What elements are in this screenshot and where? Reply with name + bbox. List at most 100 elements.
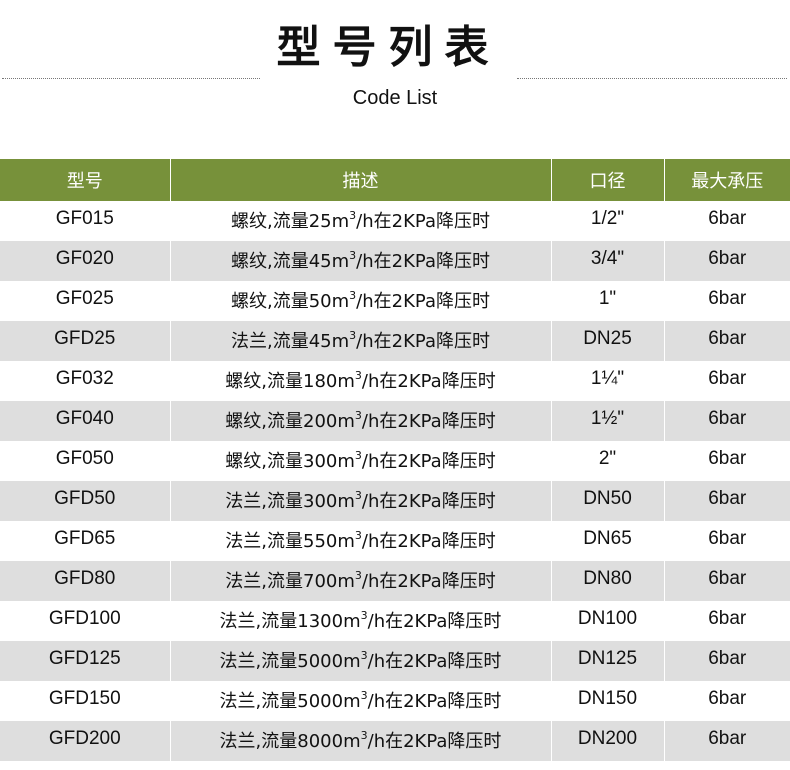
code-list-table-wrap: 型号 描述 口径 最大承压 GF015 螺纹,流量25m3/h在2KPa降压时 … <box>0 159 790 761</box>
column-header-model: 型号 <box>0 159 171 201</box>
cell-description: 法兰,流量550m3/h在2KPa降压时 <box>170 521 552 561</box>
description-suffix: /h在2KPa降压时 <box>361 491 496 512</box>
cell-max-pressure: 6bar <box>664 441 790 481</box>
description-superscript: 3 <box>354 569 362 582</box>
table-row: GF020 螺纹,流量45m3/h在2KPa降压时 3/4" 6bar <box>0 241 790 281</box>
cell-size: DN150 <box>551 681 665 721</box>
cell-description: 法兰,流量5000m3/h在2KPa降压时 <box>170 681 552 721</box>
cell-max-pressure: 6bar <box>664 481 790 521</box>
table-row: GF032 螺纹,流量180m3/h在2KPa降压时 1¼" 6bar <box>0 361 790 401</box>
cell-max-pressure: 6bar <box>664 401 790 441</box>
cell-description: 法兰,流量5000m3/h在2KPa降压时 <box>170 641 552 681</box>
description-superscript: 3 <box>354 369 362 382</box>
cell-size: DN100 <box>551 601 665 641</box>
description-suffix: /h在2KPa降压时 <box>361 451 496 472</box>
page-subtitle: Code List <box>352 87 438 109</box>
cell-max-pressure: 6bar <box>664 561 790 601</box>
description-superscript: 3 <box>360 649 368 662</box>
cell-max-pressure: 6bar <box>664 201 790 241</box>
cell-model: GF015 <box>0 201 171 241</box>
table-row: GFD200 法兰,流量8000m3/h在2KPa降压时 DN200 6bar <box>0 721 790 761</box>
cell-max-pressure: 6bar <box>664 601 790 641</box>
description-text: 螺纹,流量50m <box>231 291 350 312</box>
description-superscript: 3 <box>360 689 368 702</box>
cell-model: GFD150 <box>0 681 171 721</box>
description-superscript: 3 <box>360 729 368 742</box>
description-superscript: 3 <box>354 529 362 542</box>
description-suffix: /h在2KPa降压时 <box>361 531 496 552</box>
description-text: 螺纹,流量25m <box>231 211 350 232</box>
cell-model: GFD25 <box>0 321 171 361</box>
cell-model: GFD50 <box>0 481 171 521</box>
description-suffix: /h在2KPa降压时 <box>367 691 502 712</box>
cell-description: 螺纹,流量180m3/h在2KPa降压时 <box>170 361 552 401</box>
description-superscript: 3 <box>354 489 362 502</box>
table-row: GFD100 法兰,流量1300m3/h在2KPa降压时 DN100 6bar <box>0 601 790 641</box>
cell-description: 螺纹,流量200m3/h在2KPa降压时 <box>170 401 552 441</box>
description-suffix: /h在2KPa降压时 <box>361 371 496 392</box>
cell-model: GFD200 <box>0 721 171 761</box>
description-suffix: /h在2KPa降压时 <box>361 571 496 592</box>
cell-description: 螺纹,流量50m3/h在2KPa降压时 <box>170 281 552 321</box>
description-suffix: /h在2KPa降压时 <box>356 291 490 312</box>
table-row: GFD50 法兰,流量300m3/h在2KPa降压时 DN50 6bar <box>0 481 790 521</box>
table-row: GFD65 法兰,流量550m3/h在2KPa降压时 DN65 6bar <box>0 521 790 561</box>
cell-description: 法兰,流量700m3/h在2KPa降压时 <box>170 561 552 601</box>
cell-description: 螺纹,流量300m3/h在2KPa降压时 <box>170 441 552 481</box>
cell-description: 法兰,流量300m3/h在2KPa降压时 <box>170 481 552 521</box>
cell-description: 螺纹,流量45m3/h在2KPa降压时 <box>170 241 552 281</box>
cell-size: DN80 <box>551 561 665 601</box>
cell-model: GFD65 <box>0 521 171 561</box>
cell-model: GFD125 <box>0 641 171 681</box>
table-row: GFD150 法兰,流量5000m3/h在2KPa降压时 DN150 6bar <box>0 681 790 721</box>
code-list-table: 型号 描述 口径 最大承压 GF015 螺纹,流量25m3/h在2KPa降压时 … <box>0 159 790 761</box>
cell-max-pressure: 6bar <box>664 281 790 321</box>
column-header-max-pressure: 最大承压 <box>664 159 790 201</box>
table-row: GF050 螺纹,流量300m3/h在2KPa降压时 2" 6bar <box>0 441 790 481</box>
cell-model: GFD100 <box>0 601 171 641</box>
cell-max-pressure: 6bar <box>664 361 790 401</box>
cell-model: GF025 <box>0 281 171 321</box>
cell-max-pressure: 6bar <box>664 721 790 761</box>
description-suffix: /h在2KPa降压时 <box>367 611 502 632</box>
table-row: GF015 螺纹,流量25m3/h在2KPa降压时 1/2" 6bar <box>0 201 790 241</box>
description-text: 法兰,流量550m <box>225 531 355 552</box>
cell-max-pressure: 6bar <box>664 641 790 681</box>
cell-size: DN25 <box>551 321 665 361</box>
description-text: 螺纹,流量180m <box>225 371 355 392</box>
cell-size: DN65 <box>551 521 665 561</box>
description-text: 法兰,流量45m <box>231 331 350 352</box>
column-header-description: 描述 <box>170 159 552 201</box>
column-header-size: 口径 <box>551 159 665 201</box>
cell-size: 1" <box>551 281 665 321</box>
table-row: GF040 螺纹,流量200m3/h在2KPa降压时 1½" 6bar <box>0 401 790 441</box>
description-text: 法兰,流量5000m <box>219 691 361 712</box>
cell-model: GF032 <box>0 361 171 401</box>
description-suffix: /h在2KPa降压时 <box>361 411 496 432</box>
cell-model: GF040 <box>0 401 171 441</box>
description-text: 法兰,流量700m <box>225 571 355 592</box>
description-suffix: /h在2KPa降压时 <box>356 251 490 272</box>
cell-size: 1¼" <box>551 361 665 401</box>
title-divider-right <box>517 78 787 79</box>
cell-description: 法兰,流量45m3/h在2KPa降压时 <box>170 321 552 361</box>
description-text: 螺纹,流量45m <box>231 251 350 272</box>
description-text: 法兰,流量300m <box>225 491 355 512</box>
description-text: 螺纹,流量300m <box>225 451 355 472</box>
page-header: 型号列表 Code List <box>0 0 790 120</box>
title-divider-left <box>2 78 260 79</box>
cell-size: DN125 <box>551 641 665 681</box>
description-superscript: 3 <box>354 409 362 422</box>
description-text: 法兰,流量8000m <box>219 731 361 752</box>
cell-description: 螺纹,流量25m3/h在2KPa降压时 <box>170 201 552 241</box>
cell-size: 3/4" <box>551 241 665 281</box>
description-suffix: /h在2KPa降压时 <box>367 651 502 672</box>
cell-description: 法兰,流量1300m3/h在2KPa降压时 <box>170 601 552 641</box>
description-suffix: /h在2KPa降压时 <box>356 211 490 232</box>
table-row: GF025 螺纹,流量50m3/h在2KPa降压时 1" 6bar <box>0 281 790 321</box>
cell-size: DN200 <box>551 721 665 761</box>
description-superscript: 3 <box>354 449 362 462</box>
cell-description: 法兰,流量8000m3/h在2KPa降压时 <box>170 721 552 761</box>
cell-model: GF050 <box>0 441 171 481</box>
table-header-row: 型号 描述 口径 最大承压 <box>0 159 790 201</box>
